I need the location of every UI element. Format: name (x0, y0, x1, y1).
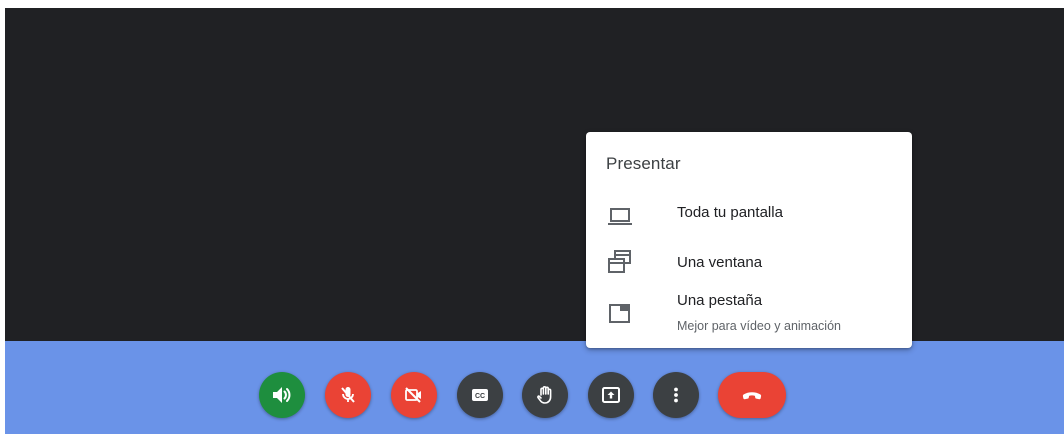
menu-item-label: Toda tu pantalla (677, 204, 783, 221)
tab-icon (609, 304, 630, 323)
svg-text:CC: CC (475, 393, 485, 400)
menu-item-entire-screen[interactable]: Toda tu pantalla (586, 196, 912, 238)
mic-off-icon (341, 387, 355, 403)
present-menu-title: Presentar (606, 154, 681, 173)
videocam-off-icon (405, 387, 421, 403)
raise-hand-button[interactable] (522, 372, 568, 418)
menu-item-window[interactable]: Una ventana (586, 244, 912, 286)
closed-captions-icon: CC (472, 389, 488, 401)
present-menu: Presentar Toda tu pantalla Una ventana U… (586, 132, 912, 348)
more-options-button[interactable] (653, 372, 699, 418)
menu-item-tab[interactable]: Una pestaña Mejor para vídeo y animación (586, 290, 912, 342)
call-end-icon (742, 392, 762, 400)
present-button[interactable] (588, 372, 634, 418)
hand-icon (537, 386, 552, 404)
menu-item-label: Una ventana (677, 254, 763, 271)
laptop-icon (608, 208, 632, 225)
more-vert-icon (674, 387, 678, 403)
menu-item-label: Una pestaña (677, 292, 763, 309)
camera-off-button[interactable] (391, 372, 437, 418)
present-to-all-icon (602, 387, 620, 403)
menu-item-sublabel: Mejor para vídeo y animación (677, 319, 841, 333)
captions-button[interactable]: CC (457, 372, 503, 418)
window-icon (608, 250, 631, 273)
speaker-button[interactable] (259, 372, 305, 418)
microphone-off-button[interactable] (325, 372, 371, 418)
volume-icon (273, 387, 291, 403)
leave-call-button[interactable] (718, 372, 786, 418)
